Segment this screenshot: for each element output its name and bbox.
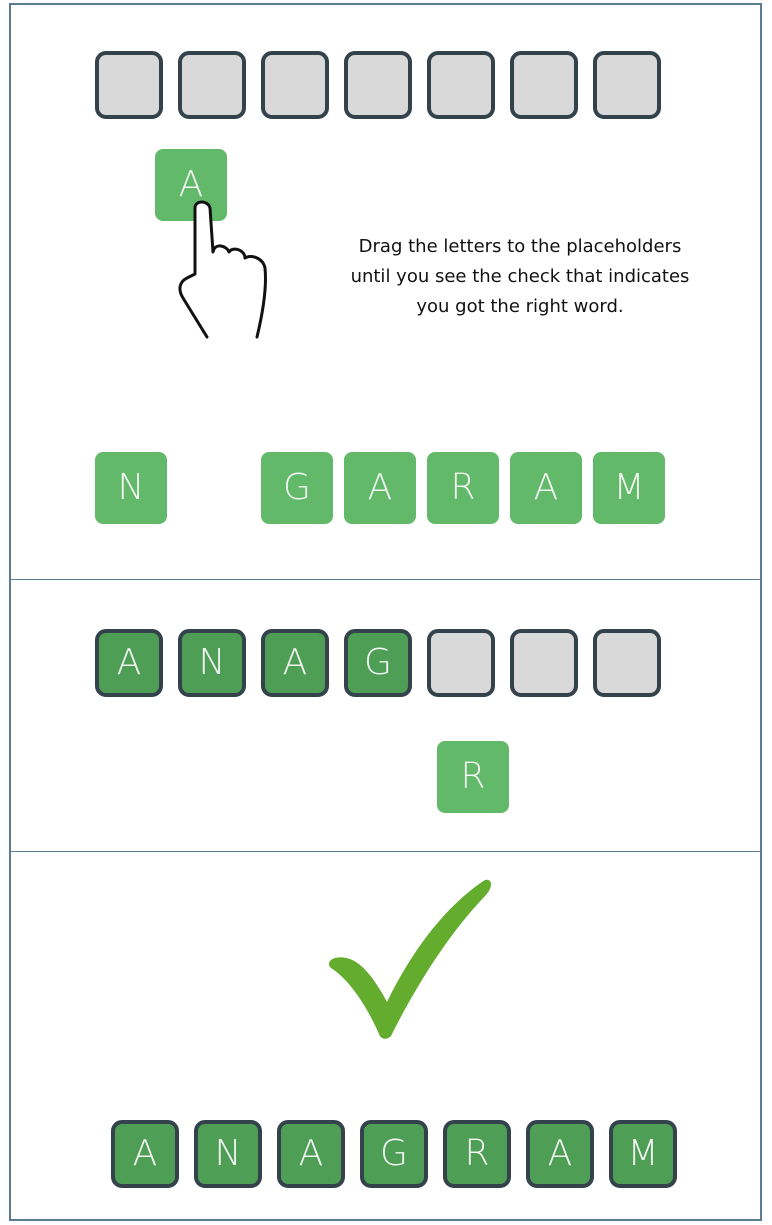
- tile-letter: A: [367, 467, 393, 508]
- tutorial-step-2-panel: [9, 579, 762, 853]
- check-mark-icon: [328, 879, 491, 1039]
- letter-tile-r[interactable]: R: [427, 452, 499, 524]
- slot-letter: [597, 633, 657, 693]
- slot-letter: [514, 633, 574, 693]
- slot-letter: R: [464, 1133, 490, 1174]
- letter-tile-m[interactable]: M: [593, 452, 665, 524]
- slot-letter: [597, 55, 657, 115]
- placeholder-slot-6[interactable]: [510, 51, 578, 119]
- slot-letter: [265, 55, 325, 115]
- tile-letter: M: [613, 467, 645, 508]
- instructions-text: Drag the letters to the placeholders unt…: [350, 236, 690, 317]
- placeholder-slot-4[interactable]: G: [344, 629, 412, 697]
- hand-pointer-icon: [178, 200, 267, 339]
- letter-tile-a[interactable]: A: [344, 452, 416, 524]
- slot-letter: [514, 55, 574, 115]
- tutorial-page: A Drag the letters to the placeholders u…: [0, 0, 772, 1225]
- placeholder-slot-7[interactable]: [593, 629, 661, 697]
- slot-letter: M: [627, 1133, 659, 1174]
- slot-letter: [431, 633, 491, 693]
- placeholder-slot-5[interactable]: R: [443, 1120, 511, 1188]
- slot-letter: A: [282, 642, 308, 683]
- placeholder-slot-3[interactable]: A: [261, 629, 329, 697]
- placeholder-slot-4[interactable]: [344, 51, 412, 119]
- placeholder-slot-2[interactable]: [178, 51, 246, 119]
- placeholder-slot-3[interactable]: A: [277, 1120, 345, 1188]
- tile-letter: N: [117, 467, 145, 508]
- placeholder-slot-6[interactable]: [510, 629, 578, 697]
- dragged-letter-tile[interactable]: R: [437, 741, 509, 813]
- slot-letter: [431, 55, 491, 115]
- placeholder-slot-2[interactable]: N: [178, 629, 246, 697]
- placeholder-slot-1[interactable]: [95, 51, 163, 119]
- letter-tile-n[interactable]: N: [95, 452, 167, 524]
- placeholder-slot-5[interactable]: [427, 51, 495, 119]
- letter-tile-g[interactable]: G: [261, 452, 333, 524]
- slot-letter: G: [364, 642, 392, 683]
- placeholder-slot-5[interactable]: [427, 629, 495, 697]
- tile-letter: A: [533, 467, 559, 508]
- slot-letter: N: [214, 1133, 242, 1174]
- tile-letter: R: [460, 756, 486, 797]
- placeholder-slot-7[interactable]: M: [609, 1120, 677, 1188]
- slot-letter: A: [547, 1133, 573, 1174]
- placeholder-slot-3[interactable]: [261, 51, 329, 119]
- letter-tile-a[interactable]: A: [510, 452, 582, 524]
- slot-letter: [348, 55, 408, 115]
- slot-letter: A: [116, 642, 142, 683]
- tile-letter: G: [283, 467, 311, 508]
- slot-letter: A: [298, 1133, 324, 1174]
- placeholder-slot-2[interactable]: N: [194, 1120, 262, 1188]
- placeholder-slot-1[interactable]: A: [95, 629, 163, 697]
- slot-letter: N: [198, 642, 226, 683]
- placeholder-slot-7[interactable]: [593, 51, 661, 119]
- slot-letter: G: [380, 1133, 408, 1174]
- placeholder-slot-4[interactable]: G: [360, 1120, 428, 1188]
- tile-letter: R: [450, 467, 476, 508]
- slot-letter: [182, 55, 242, 115]
- slot-letter: [99, 55, 159, 115]
- slot-letter: A: [132, 1133, 158, 1174]
- placeholder-slot-1[interactable]: A: [111, 1120, 179, 1188]
- placeholder-slot-6[interactable]: A: [526, 1120, 594, 1188]
